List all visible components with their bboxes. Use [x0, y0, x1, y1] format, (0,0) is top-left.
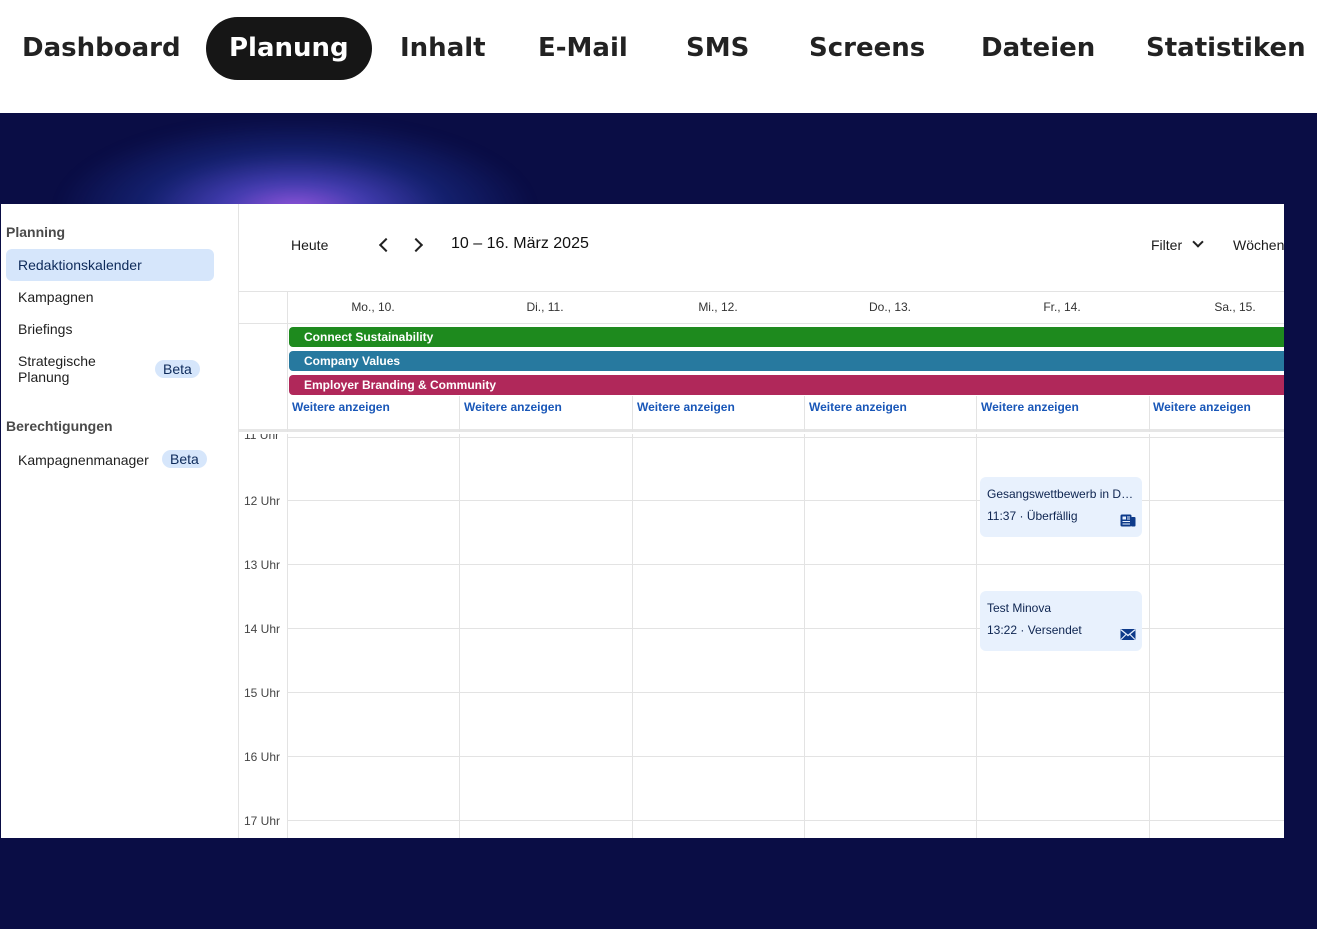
show-more-link[interactable]: Weitere anzeigen — [981, 400, 1079, 414]
show-more-link[interactable]: Weitere anzeigen — [464, 400, 562, 414]
divider — [632, 434, 633, 838]
show-more-link[interactable]: Weitere anzeigen — [292, 400, 390, 414]
divider — [632, 396, 633, 432]
day-label-wed: Mi., 12. — [698, 300, 738, 314]
divider — [459, 434, 460, 838]
sidebar-heading-berechtigungen: Berechtigungen — [6, 418, 113, 434]
show-more-link[interactable]: Weitere anzeigen — [637, 400, 735, 414]
sidebar-item-label: Kampagnenmanager — [18, 452, 149, 468]
event-status: Versendet — [1027, 623, 1082, 637]
chevron-right-icon[interactable] — [408, 237, 424, 253]
hour-line — [287, 692, 1284, 693]
show-more-link[interactable]: Weitere anzeigen — [1153, 400, 1251, 414]
hour-line — [287, 756, 1284, 757]
newspaper-icon — [1120, 514, 1136, 527]
hour-label: 14 Uhr — [244, 622, 281, 636]
sidebar-item-redaktionskalender[interactable]: Redaktionskalender — [6, 249, 214, 281]
hour-label: 16 Uhr — [244, 750, 281, 764]
chevron-down-icon[interactable] — [1192, 236, 1204, 248]
calendar-event[interactable]: Gesangswettbewerb in Deutschland 11:37 ·… — [980, 477, 1142, 537]
sidebar-item-label: Strategische Planung — [18, 353, 96, 385]
divider — [804, 396, 805, 432]
mail-icon — [1120, 629, 1136, 640]
nav-statistiken[interactable]: Statistiken — [1146, 17, 1306, 80]
campaign-bar[interactable]: Connect Sustainability — [289, 327, 1284, 347]
divider — [287, 324, 288, 432]
divider — [459, 396, 460, 432]
view-select[interactable]: Wöchen — [1233, 237, 1284, 253]
day-label-thu: Do., 13. — [868, 300, 912, 314]
hour-label: 13 Uhr — [244, 558, 281, 572]
divider — [976, 434, 977, 838]
sidebar: Planning Redaktionskalender Kampagnen Br… — [1, 204, 239, 838]
today-button[interactable]: Heute — [291, 237, 328, 253]
nav-email[interactable]: E-Mail — [538, 17, 628, 80]
nav-planung[interactable]: Planung — [206, 17, 372, 80]
hour-label: 12 Uhr — [244, 494, 281, 508]
hour-line — [287, 820, 1284, 821]
event-time: 11:37 — [987, 509, 1017, 523]
filter-button[interactable]: Filter — [1151, 237, 1182, 253]
event-time: 13:22 — [987, 623, 1018, 637]
divider — [287, 434, 288, 838]
nav-dashboard[interactable]: Dashboard — [22, 17, 181, 80]
day-label-mon: Mo., 10. — [351, 300, 395, 314]
top-navigation: Dashboard Planung Inhalt E-Mail SMS Scre… — [0, 0, 1317, 113]
app-window: Planning Redaktionskalender Kampagnen Br… — [1, 204, 1284, 838]
divider — [1149, 396, 1150, 432]
chevron-left-icon[interactable] — [378, 237, 394, 253]
date-range: 10 – 16. März 2025 — [451, 235, 589, 252]
day-label-tue: Di., 11. — [526, 300, 564, 314]
sidebar-item-label: Kampagnen — [18, 289, 94, 305]
hour-line — [287, 437, 1284, 438]
nav-screens[interactable]: Screens — [809, 17, 925, 80]
nav-sms[interactable]: SMS — [686, 17, 749, 80]
filter-label: Filter — [1151, 237, 1183, 253]
sidebar-item-label: Briefings — [18, 321, 73, 337]
calendar: Heute 10 – 16. März 2025 Filter Wöchen M… — [239, 204, 1284, 838]
hour-line — [287, 564, 1284, 565]
hour-label: 15 Uhr — [244, 686, 281, 700]
divider — [1149, 434, 1150, 838]
hour-label: 11 Uhr — [244, 434, 280, 442]
sidebar-item-strategische-planung[interactable]: Strategische Planung Beta — [6, 349, 214, 389]
event-meta: 11:37 · Überfällig — [987, 509, 1078, 523]
sidebar-item-kampagnen[interactable]: Kampagnen — [6, 281, 214, 313]
sidebar-heading-planning: Planning — [6, 224, 66, 240]
sidebar-item-briefings[interactable]: Briefings — [6, 313, 214, 345]
event-status: Überfällig — [1026, 509, 1078, 523]
divider — [804, 434, 805, 838]
nav-inhalt[interactable]: Inhalt — [400, 17, 486, 80]
event-meta: 13:22 · Versendet — [987, 623, 1082, 637]
day-header: Mo., 10. Di., 11. Mi., 12. Do., 13. Fr.,… — [239, 291, 1284, 325]
sidebar-item-label: Redaktionskalender — [18, 257, 142, 273]
beta-badge: Beta — [162, 450, 207, 468]
beta-badge: Beta — [155, 360, 200, 378]
calendar-event[interactable]: Test Minova 13:22 · Versendet — [980, 591, 1142, 651]
divider — [976, 396, 977, 432]
day-label-fri: Fr., 14. — [1043, 300, 1081, 314]
event-title: Test Minova — [987, 601, 1052, 615]
show-more-link[interactable]: Weitere anzeigen — [809, 400, 907, 414]
day-label-sat: Sa., 15. — [1214, 300, 1256, 314]
event-title: Gesangswettbewerb in Deutschland — [987, 487, 1135, 501]
sidebar-item-kampagnenmanager[interactable]: Kampagnenmanager Beta — [6, 444, 214, 476]
time-grid: 11 Uhr 12 Uhr 13 Uhr 14 Uhr 15 Uhr 16 Uh… — [239, 434, 1284, 838]
hour-label: 17 Uhr — [244, 814, 281, 828]
nav-dateien[interactable]: Dateien — [981, 17, 1095, 80]
campaign-bar[interactable]: Company Values — [289, 351, 1284, 371]
allday-section: Connect Sustainability Company Values Em… — [239, 324, 1284, 432]
campaign-bar[interactable]: Employer Branding & Community — [289, 375, 1284, 395]
